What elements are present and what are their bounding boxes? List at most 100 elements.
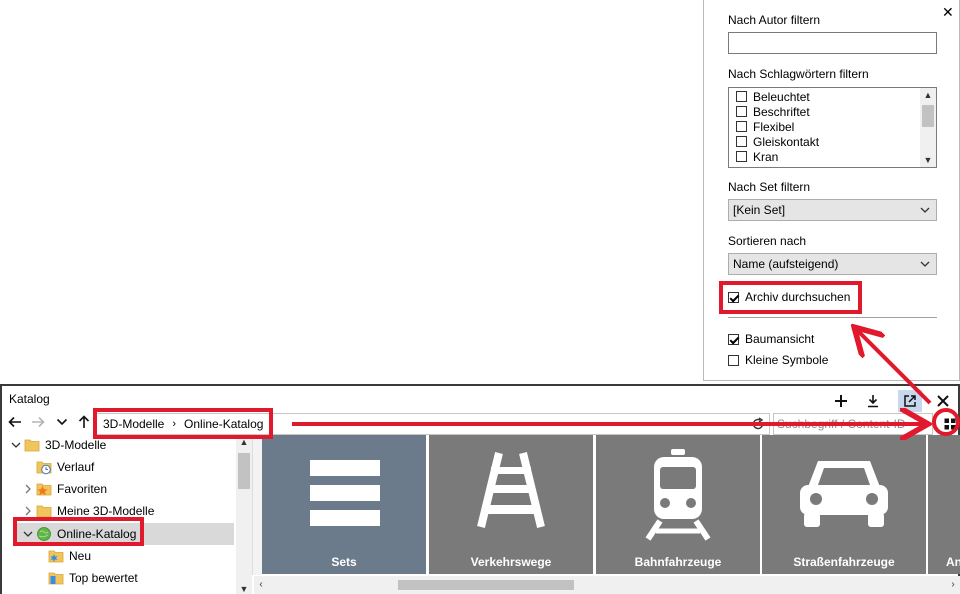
small-icons-checkbox[interactable] <box>728 354 739 366</box>
keyword-filter-label: Nach Schlagwörtern filtern <box>728 67 869 81</box>
keyword-option[interactable]: Kran <box>736 149 778 164</box>
tile-label: Straßenfahrzeuge <box>793 555 895 569</box>
tree-view-option[interactable]: Baumansicht <box>728 332 814 346</box>
tree-expander-icon[interactable] <box>22 483 34 495</box>
tree-item-favoriten[interactable]: Favoriten <box>2 478 234 500</box>
scroll-down-icon[interactable]: ▼ <box>920 153 936 167</box>
tile-label: Bahnfahrzeuge <box>634 555 722 569</box>
scroll-up-icon[interactable]: ▲ <box>236 435 252 449</box>
forward-button[interactable] <box>29 413 47 431</box>
tree-item-meine-3d-modelle[interactable]: Meine 3D-Modelle <box>2 500 234 522</box>
close-icon <box>937 395 949 407</box>
breadcrumb-bar[interactable]: 3D-Modelle › Online-Katalog <box>96 413 770 435</box>
sort-value: Name (aufsteigend) <box>733 257 839 271</box>
tree-label: Favoriten <box>57 482 108 496</box>
tile-label: Verkehrswege <box>470 555 552 569</box>
tiles-scrollbar[interactable]: ‹ › <box>254 576 960 594</box>
tile-sets[interactable]: Sets <box>262 435 426 574</box>
history-dropdown-button[interactable] <box>53 413 71 431</box>
train-icon <box>645 449 711 541</box>
small-icons-option[interactable]: Kleine Symbole <box>728 353 828 367</box>
sets-icon <box>310 460 380 526</box>
scroll-thumb[interactable] <box>922 105 934 127</box>
globe-icon <box>37 527 51 541</box>
tree-item-3d-modelle[interactable]: 3D-Modelle <box>2 435 234 456</box>
tree-label: Neu <box>69 549 92 563</box>
external-link-icon <box>904 395 916 407</box>
breadcrumb-item[interactable]: 3D-Modelle <box>103 417 164 431</box>
keyword-option[interactable]: Beleuchtet <box>736 89 810 104</box>
star-folder-icon <box>36 483 52 496</box>
set-filter-value: [Kein Set] <box>733 203 786 217</box>
keyword-checkbox[interactable] <box>736 121 747 132</box>
chevron-down-icon <box>56 418 68 426</box>
download-icon <box>868 395 878 408</box>
keyword-checkbox[interactable] <box>736 151 747 162</box>
close-filter-button[interactable]: ✕ <box>942 5 954 19</box>
tree-label: Verlauf <box>57 460 95 474</box>
view-options-button[interactable] <box>941 414 959 434</box>
keyword-option[interactable]: Flexibel <box>736 119 794 134</box>
tile-bahnfahrzeuge[interactable]: Bahnfahrzeuge <box>596 435 760 574</box>
tile-strassenfahrzeuge[interactable]: Straßenfahrzeuge <box>762 435 926 574</box>
keyword-filter-list[interactable]: Beleuchtet Beschriftet Flexibel Gleiskon… <box>728 87 937 168</box>
sort-select[interactable]: Name (aufsteigend) <box>728 253 937 275</box>
grid-icon <box>944 418 956 430</box>
keyword-option[interactable]: Beschriftet <box>736 104 810 119</box>
set-filter-select[interactable]: [Kein Set] <box>728 199 937 221</box>
chevron-down-icon <box>920 261 930 267</box>
tile-verkehrswege[interactable]: Verkehrswege <box>429 435 593 574</box>
set-filter-label: Nach Set filtern <box>728 180 811 194</box>
plus-icon <box>835 395 847 407</box>
tree-item-verlauf[interactable]: Verlauf <box>2 456 234 478</box>
scroll-down-icon[interactable]: ▼ <box>236 582 252 594</box>
archive-search-option[interactable]: Archiv durchsuchen <box>728 290 850 304</box>
tree-item-neu[interactable]: Neu <box>2 545 234 567</box>
up-button[interactable] <box>75 413 93 431</box>
track-icon <box>477 452 545 528</box>
top-rated-icon <box>48 572 64 585</box>
close-window-button[interactable] <box>931 390 955 412</box>
tree-expander-icon[interactable] <box>10 439 22 451</box>
pane-splitter[interactable] <box>252 435 262 575</box>
filter-panel: ✕ Nach Autor filtern Nach Schlagwörtern … <box>703 0 960 381</box>
tree-label: Meine 3D-Modelle <box>57 504 155 518</box>
keyword-list-scrollbar[interactable]: ▲ ▼ <box>920 88 936 167</box>
author-filter-input[interactable] <box>728 32 937 54</box>
scroll-left-icon[interactable]: ‹ <box>254 576 268 594</box>
tile-label: An <box>946 555 960 569</box>
scroll-thumb[interactable] <box>398 580 574 590</box>
tree-expander-icon[interactable] <box>22 528 34 540</box>
refresh-icon[interactable] <box>751 417 765 431</box>
search-box[interactable] <box>773 413 933 435</box>
tree-scrollbar[interactable]: ▲ ▼ <box>236 435 252 594</box>
tree-label: 3D-Modelle <box>45 438 107 452</box>
breadcrumb-item[interactable]: Online-Katalog <box>184 417 263 431</box>
tree-view-label: Baumansicht <box>745 332 815 346</box>
popout-button[interactable] <box>898 390 922 412</box>
scroll-up-icon[interactable]: ▲ <box>920 88 936 102</box>
tree-view-checkbox[interactable] <box>728 333 739 345</box>
tree-item-online-katalog[interactable]: Online-Katalog <box>2 523 234 545</box>
keyword-checkbox[interactable] <box>736 136 747 147</box>
back-button[interactable] <box>6 413 24 431</box>
arrow-left-icon <box>8 416 21 428</box>
car-icon <box>800 461 888 527</box>
search-input[interactable] <box>774 414 932 434</box>
keyword-checkbox[interactable] <box>736 91 747 102</box>
tree-item-top-bewertet[interactable]: Top bewertet <box>2 567 234 589</box>
tree-expander-icon[interactable] <box>22 505 34 517</box>
keyword-checkbox[interactable] <box>736 106 747 117</box>
scroll-thumb[interactable] <box>238 453 250 489</box>
keyword-option[interactable]: Gleiskontakt <box>736 134 819 149</box>
archive-search-checkbox[interactable] <box>728 291 739 303</box>
category-tree: 3D-Modelle Verlauf Favoriten Meine 3D-Mo… <box>2 435 252 594</box>
scroll-right-icon[interactable]: › <box>946 576 960 594</box>
tile-partial[interactable]: An <box>928 435 960 574</box>
tree-label: Top bewertet <box>69 571 138 585</box>
keyword-label: Beleuchtet <box>753 89 810 104</box>
arrow-up-icon <box>78 415 90 428</box>
download-button[interactable] <box>861 390 885 412</box>
arrow-right-icon <box>32 416 45 428</box>
add-button[interactable] <box>829 390 853 412</box>
